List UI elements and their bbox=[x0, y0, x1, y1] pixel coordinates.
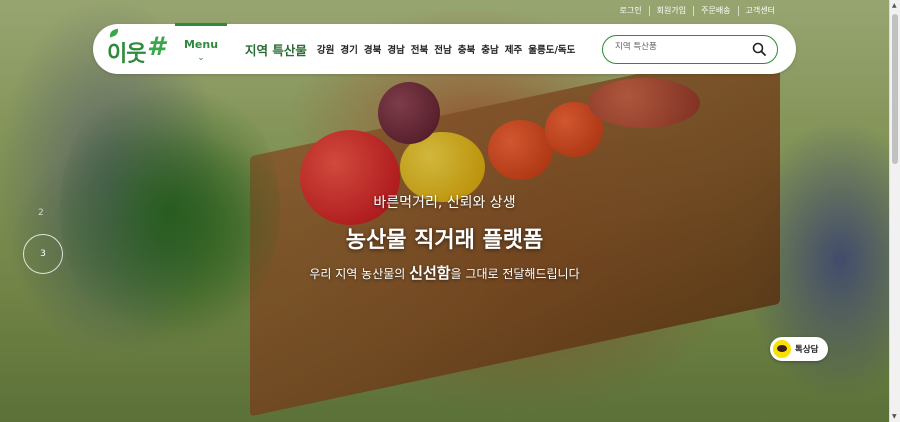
hero-subtitle: 바른먹거리, 신뢰와 상생 bbox=[373, 195, 516, 211]
slide-current-number: 3 bbox=[40, 249, 46, 259]
region-jeonnam[interactable]: 전남 bbox=[434, 42, 451, 56]
desc-before: 우리 지역 농산물의 bbox=[309, 267, 410, 281]
scrollbar-thumb[interactable] bbox=[892, 14, 898, 164]
region-jeju[interactable]: 제주 bbox=[505, 42, 522, 56]
customer-center-link[interactable]: 고객센터 bbox=[737, 6, 782, 16]
chevron-down-icon: ⌄ bbox=[197, 52, 205, 63]
talk-label: 톡상담 bbox=[795, 345, 819, 355]
main-nav: 이웃 # Menu ⌄ 지역 특산물 강원 경기 경북 경남 전북 전남 충북 … bbox=[93, 23, 796, 74]
logo-mark: # bbox=[147, 32, 166, 62]
slide-current-indicator[interactable]: 3 bbox=[23, 234, 63, 274]
menu-label: Menu bbox=[183, 37, 219, 51]
region-gyeonggi[interactable]: 경기 bbox=[340, 42, 357, 56]
search-input[interactable] bbox=[615, 42, 745, 52]
hero-headline: 농산물 직거래 플랫폼 bbox=[345, 228, 544, 253]
region-ulleung-dokdo[interactable]: 울릉도/독도 bbox=[528, 42, 575, 56]
login-link[interactable]: 로그인 bbox=[613, 6, 649, 16]
region-menu: 강원 경기 경북 경남 전북 전남 충북 충남 제주 울릉도/독도 bbox=[317, 42, 576, 56]
menu-button[interactable]: Menu ⌄ bbox=[175, 23, 227, 73]
desc-after: 을 그대로 전달해드립니다 bbox=[450, 267, 580, 281]
hero-description: 우리 지역 농산물의 신선함을 그대로 전달해드립니다 bbox=[0, 262, 889, 283]
kakao-talk-button[interactable]: 톡상담 bbox=[770, 337, 828, 361]
region-gyeongbuk[interactable]: 경북 bbox=[364, 42, 381, 56]
desc-bold: 신선함 bbox=[409, 264, 451, 282]
site-logo[interactable]: 이웃 # bbox=[101, 24, 171, 74]
scroll-down-icon[interactable]: ▼ bbox=[892, 413, 897, 420]
scrollbar[interactable]: ▲ ▼ bbox=[889, 0, 900, 422]
orders-link[interactable]: 주문배송 bbox=[693, 6, 737, 16]
utility-links: 로그인 회원가입 주문배송 고객센터 bbox=[613, 6, 782, 16]
nav-title[interactable]: 지역 특산물 bbox=[245, 40, 307, 59]
search-icon[interactable] bbox=[752, 42, 766, 56]
slide-prev-number[interactable]: 2 bbox=[38, 208, 44, 218]
search-box bbox=[602, 35, 778, 64]
region-chungnam[interactable]: 충남 bbox=[481, 42, 498, 56]
kakao-talk-icon bbox=[773, 340, 791, 358]
region-gyeongnam[interactable]: 경남 bbox=[387, 42, 404, 56]
logo-text: 이웃 bbox=[107, 42, 146, 67]
scroll-up-icon[interactable]: ▲ bbox=[892, 2, 897, 9]
signup-link[interactable]: 회원가입 bbox=[648, 6, 693, 16]
region-chungbuk[interactable]: 충북 bbox=[458, 42, 475, 56]
region-gangwon[interactable]: 강원 bbox=[317, 42, 334, 56]
region-jeonbuk[interactable]: 전북 bbox=[411, 42, 428, 56]
